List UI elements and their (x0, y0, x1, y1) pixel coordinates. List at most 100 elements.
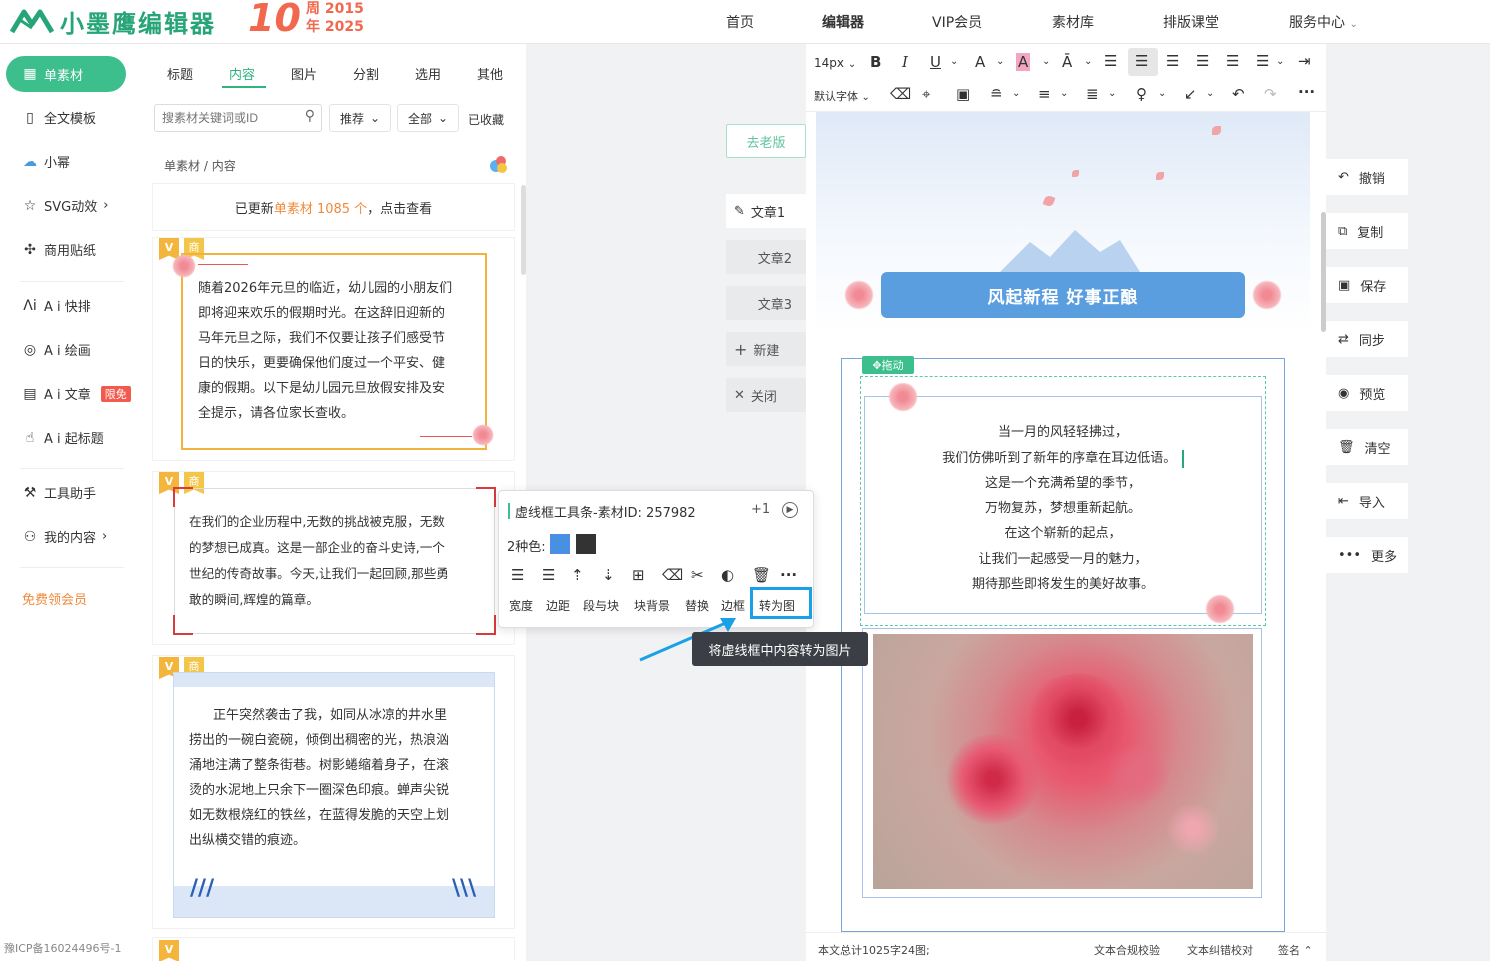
text-effect-icon[interactable]: Ā (1062, 53, 1072, 71)
search-box[interactable]: ⚲ (154, 104, 322, 132)
icp-text[interactable]: 豫ICP备16024496号-1 (4, 940, 122, 956)
chevron-down-icon[interactable]: ⌄ (1108, 88, 1116, 99)
chevron-down-icon[interactable]: ⌄ (1060, 88, 1068, 99)
underline-icon[interactable]: U (930, 53, 941, 71)
paragraph-block-button[interactable]: 段与块 (583, 597, 619, 614)
free-vip-link[interactable]: 免费领会员 (22, 589, 87, 608)
divider-insert-icon[interactable]: ≘ (990, 85, 1003, 103)
logo-icon[interactable] (10, 6, 54, 34)
exit-icon[interactable]: ⇥ (1298, 52, 1311, 70)
search-input[interactable] (155, 105, 291, 131)
compliance-check-button[interactable]: 文本合规校验 (1094, 942, 1160, 958)
indent-icon[interactable]: ☰ (1226, 52, 1239, 70)
poem-line[interactable]: 在这个崭新的起点， (864, 522, 1262, 541)
chevron-down-icon[interactable]: ⌄ (1276, 56, 1284, 67)
nav-course[interactable]: 排版课堂 (1163, 12, 1219, 32)
line-height-icon[interactable]: ☰ (1256, 52, 1269, 70)
image-icon[interactable]: ▣ (956, 85, 970, 103)
clear-button[interactable]: 🗑 清空 (1326, 429, 1408, 465)
nav-svg[interactable]: ☆ SVG动效 › (22, 196, 109, 216)
nav-ai-draw[interactable]: ◎ A i 绘画 (22, 340, 91, 360)
width-button[interactable]: 宽度 (509, 597, 533, 614)
chevron-down-icon[interactable]: ⌄ (1084, 56, 1092, 67)
nav-xiaomi[interactable]: ☁ 小幂 (22, 152, 70, 172)
poem-line[interactable]: 当一月的风轻轻拂过， (864, 421, 1262, 440)
block-background-icon[interactable]: ⊞ (632, 566, 645, 584)
import-button[interactable]: ⇤ 导入 (1326, 483, 1408, 519)
more-icon[interactable]: ··· (1298, 83, 1315, 101)
align-right-icon[interactable]: ☰ (1166, 52, 1179, 70)
poem-line[interactable]: 期待那些即将发生的美好故事。 (864, 573, 1262, 592)
tab-content[interactable]: 内容 (229, 64, 255, 83)
nav-ai-article[interactable]: ▤ A i 文章 限免 (22, 384, 131, 403)
font-size-select[interactable]: 14px ⌄ (814, 56, 856, 70)
favorites-link[interactable]: 已收藏 (468, 111, 504, 128)
tab-other[interactable]: 其他 (477, 64, 503, 83)
filter-recommend[interactable]: 推荐 ⌄ (329, 104, 391, 132)
nav-my-content[interactable]: ⚇ 我的内容 › (22, 527, 108, 547)
update-notice[interactable]: 已更新 单素材 1085 个，点击查看 (153, 184, 514, 230)
tab-image[interactable]: 图片 (291, 64, 317, 83)
filter-all[interactable]: 全部 ⌄ (397, 104, 459, 132)
plus-one-count[interactable]: +1 (751, 502, 770, 517)
nav-full-template[interactable]: ▯ 全文模板 (22, 108, 96, 128)
close-article-button[interactable]: ✕ 关闭 (726, 378, 806, 412)
logo-text[interactable]: 小墨鹰编辑器 (60, 4, 216, 39)
breadcrumb-item[interactable]: 单素材 (164, 159, 200, 173)
article-tab-3[interactable]: 文章3 (726, 286, 806, 320)
poem-line[interactable]: 我们仿佛听到了新年的序章在耳边低语。 (864, 447, 1262, 468)
paragraph-block-icon[interactable]: ⇡ (571, 566, 584, 584)
colorful-logo-icon[interactable] (488, 154, 508, 174)
font-family-select[interactable]: 默认字体 ⌄ (814, 88, 870, 104)
poem-line[interactable]: 万物复苏，梦想重新起航。 (864, 497, 1262, 516)
nav-ai-layout[interactable]: Λi A i 快排 (22, 296, 91, 316)
nav-single-material[interactable]: ▦ 单素材 (6, 56, 126, 92)
nav-ai-title[interactable]: ☝ A i 起标题 (22, 428, 104, 448)
spacing-icon[interactable]: ≡ (1038, 85, 1051, 103)
margin-button[interactable]: 边距 (546, 597, 570, 614)
scissors-icon[interactable]: ✂ (691, 566, 704, 584)
chevron-down-icon[interactable]: ⌄ (1158, 88, 1166, 99)
highlight-icon[interactable]: A (1016, 53, 1031, 71)
eraser-icon[interactable]: ⌫ (890, 85, 911, 103)
nav-materials[interactable]: 素材库 (1052, 12, 1094, 32)
more-icon[interactable]: ··· (780, 566, 797, 584)
align-center-icon[interactable]: ☰ (1135, 52, 1148, 70)
tab-title[interactable]: 标题 (167, 64, 193, 83)
play-icon[interactable]: ▶ (782, 502, 798, 518)
color-swatch-blue[interactable] (550, 534, 570, 554)
bold-icon[interactable]: B (870, 53, 881, 71)
copy-button[interactable]: ⧉ 复制 (1326, 213, 1408, 249)
contrast-icon[interactable]: ◐ (721, 566, 734, 584)
chevron-down-icon[interactable]: ⌄ (1206, 88, 1214, 99)
nav-home[interactable]: 首页 (726, 12, 754, 32)
chevron-down-icon[interactable]: ⌄ (1012, 88, 1020, 99)
sync-button[interactable]: ⇄ 同步 (1326, 321, 1408, 357)
nav-tools[interactable]: ⚒ 工具助手 (22, 483, 96, 503)
plum-blossom-photo[interactable] (873, 634, 1253, 889)
chevron-down-icon[interactable]: ⌄ (950, 56, 958, 67)
chevron-down-icon[interactable]: ⌄ (1042, 56, 1050, 67)
panel-scrollbar[interactable] (521, 185, 526, 275)
title-banner[interactable]: 风起新程 好事正酿 (881, 272, 1245, 318)
redo-icon[interactable]: ↷ (1264, 85, 1277, 103)
justify-icon[interactable]: ☰ (1196, 52, 1209, 70)
align-left-icon[interactable]: ☰ (1104, 52, 1117, 70)
width-icon[interactable]: ☰ (511, 566, 524, 584)
article-tab-1[interactable]: ✎ 文章1 (726, 194, 806, 228)
font-color-icon[interactable]: A (975, 53, 985, 71)
more-button[interactable]: ••• 更多 (1326, 537, 1408, 573)
paragraph-icon[interactable]: ≣ (1086, 85, 1099, 103)
proofread-button[interactable]: 文本纠错校对 (1187, 942, 1253, 958)
nav-editor[interactable]: 编辑器 (822, 12, 864, 32)
poem-line[interactable]: 这是一个充满希望的季节， (864, 472, 1262, 491)
material-card-4[interactable] (153, 938, 514, 961)
undo-icon[interactable]: ↶ (1232, 85, 1245, 103)
save-button[interactable]: ▣ 保存 (1326, 267, 1408, 303)
lightbulb-icon[interactable]: ♀ (1136, 85, 1147, 103)
preview-button[interactable]: ◉ 预览 (1326, 375, 1408, 411)
format-brush-icon[interactable]: ⌖ (922, 85, 930, 103)
article-tab-2[interactable]: 文章2 (726, 240, 806, 274)
nav-service[interactable]: 服务中心 ⌄ (1289, 12, 1358, 32)
nav-vip[interactable]: VIP会员 (932, 12, 982, 32)
